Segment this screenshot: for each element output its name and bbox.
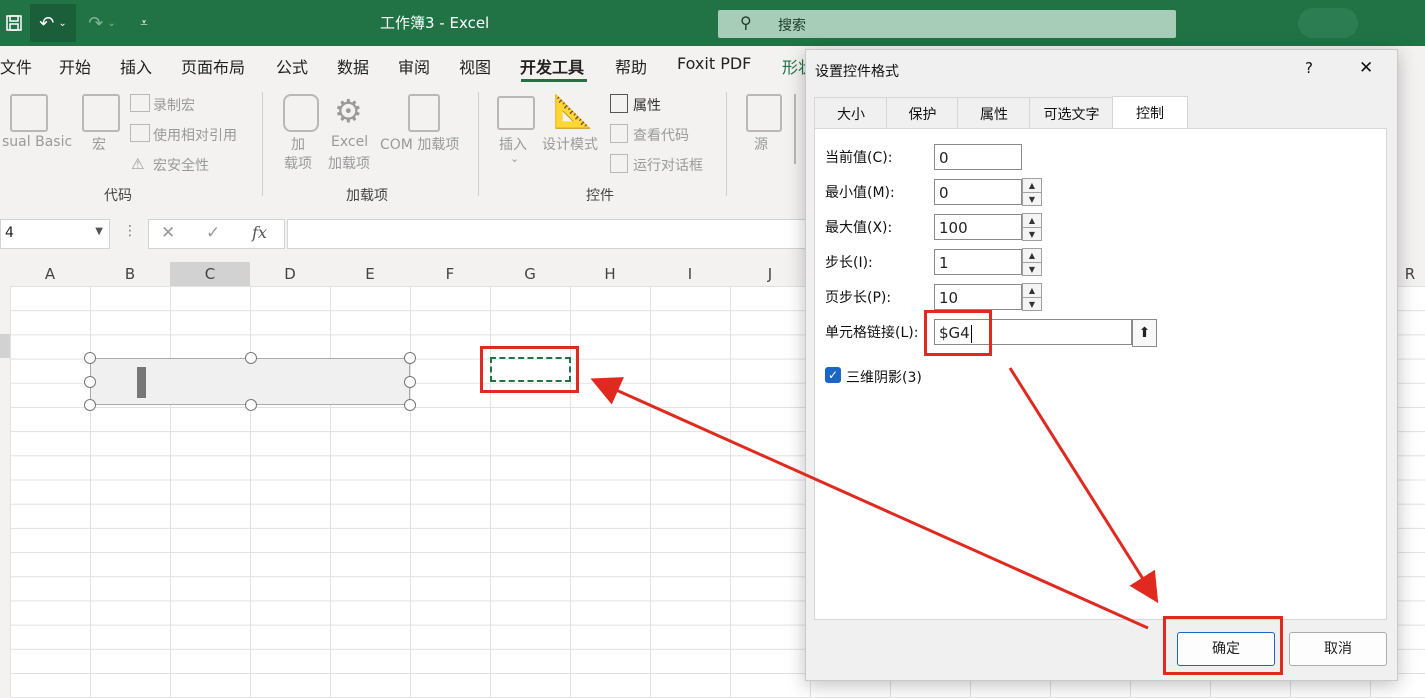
arrow-to-ok [1008,367,1159,604]
annotation-arrows [590,367,1159,630]
arrow-to-cell [590,377,1149,630]
